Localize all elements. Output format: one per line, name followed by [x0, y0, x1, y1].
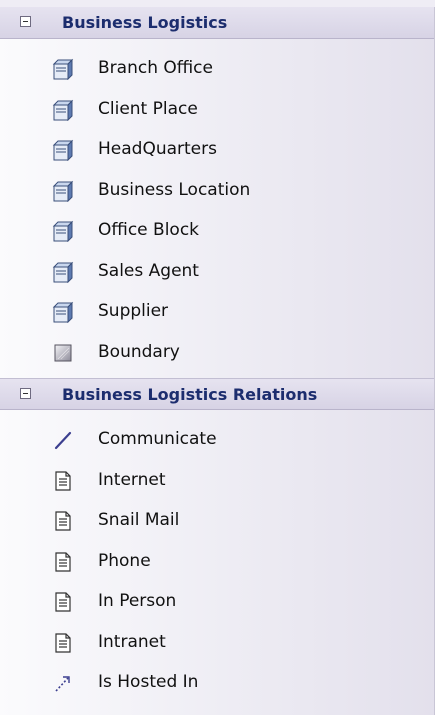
toolbox-item-intranet[interactable]: Intranet — [0, 624, 434, 665]
note-icon — [55, 470, 71, 491]
toolbox-item-communicate[interactable]: Communicate — [0, 421, 434, 462]
toolbox-item-label: Intranet — [98, 631, 166, 652]
toolbox-item-label: Snail Mail — [98, 510, 180, 530]
node-icon — [52, 261, 74, 283]
node-icon — [52, 180, 74, 202]
note-icon — [55, 632, 71, 653]
note-icon — [55, 551, 71, 572]
toolbox-item-phone[interactable]: Phone — [0, 543, 434, 584]
collapse-toggle-icon[interactable] — [20, 388, 31, 399]
node-icon — [52, 58, 74, 80]
collapse-toggle-icon[interactable] — [20, 16, 31, 27]
toolbox-item-label: Phone — [98, 550, 151, 571]
node-icon — [52, 220, 74, 242]
group-items-business-logistics-relations: Communicate Internet Snail Mail Phone In… — [0, 410, 434, 709]
toolbox-item-sales-agent[interactable]: Sales Agent — [0, 253, 434, 294]
toolbox-item-label: Supplier — [98, 301, 169, 321]
toolbox-panel: Business Logistics Branch Office Client … — [0, 7, 435, 715]
toolbox-item-branch-office[interactable]: Branch Office — [0, 50, 434, 91]
toolbox-item-label: Office Block — [98, 220, 200, 240]
group-title: Business Logistics — [62, 13, 228, 32]
toolbox-item-label: Is Hosted In — [98, 672, 199, 692]
note-icon — [55, 511, 71, 531]
toolbox-item-headquarters[interactable]: HeadQuarters — [0, 131, 434, 172]
toolbox-item-client-place[interactable]: Client Place — [0, 91, 434, 132]
toolbox-item-label: In Person — [98, 591, 177, 611]
toolbox-item-label: Branch Office — [98, 58, 213, 78]
group-items-business-logistics: Branch Office Client Place HeadQuarters — [0, 39, 434, 378]
group-header-business-logistics[interactable]: Business Logistics — [0, 7, 434, 39]
node-icon — [52, 99, 74, 121]
dashed-arrow-icon — [55, 676, 70, 692]
toolbox-item-label: Communicate — [98, 429, 217, 449]
toolbox-item-supplier[interactable]: Supplier — [0, 293, 434, 334]
toolbox-item-snail-mail[interactable]: Snail Mail — [0, 502, 434, 543]
toolbox-item-office-block[interactable]: Office Block — [0, 212, 434, 253]
line-icon — [54, 431, 72, 450]
toolbox-item-label: Boundary — [98, 341, 180, 362]
group-header-business-logistics-relations[interactable]: Business Logistics Relations — [0, 378, 434, 410]
toolbox-item-label: Internet — [98, 469, 166, 490]
note-icon — [55, 592, 71, 612]
boundary-icon — [54, 344, 72, 361]
toolbox-item-is-hosted-in[interactable]: Is Hosted In — [0, 664, 434, 705]
toolbox-item-in-person[interactable]: In Person — [0, 583, 434, 624]
toolbox-item-internet[interactable]: Internet — [0, 462, 434, 503]
toolbox-item-label: Business Location — [98, 179, 251, 200]
toolbox-item-label: HeadQuarters — [98, 139, 217, 159]
toolbox-item-label: Sales Agent — [98, 260, 199, 281]
toolbox-item-boundary[interactable]: Boundary — [0, 334, 434, 375]
group-title: Business Logistics Relations — [62, 385, 318, 404]
toolbox-item-business-location[interactable]: Business Location — [0, 172, 434, 213]
node-icon — [52, 139, 74, 161]
toolbox-item-label: Client Place — [98, 98, 198, 119]
node-icon — [52, 301, 74, 323]
